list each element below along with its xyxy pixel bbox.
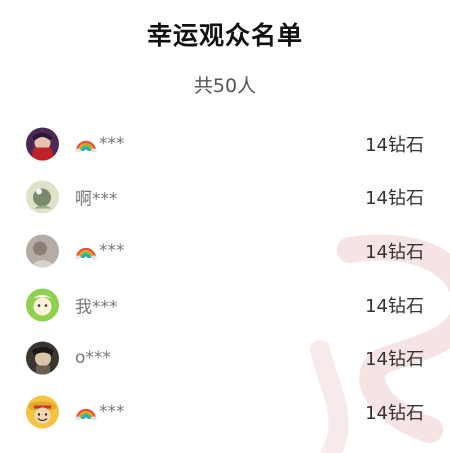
audience-name: o*** [75, 348, 111, 368]
avatar-icon [26, 180, 59, 214]
avatar-icon [26, 288, 59, 322]
list-item[interactable]: *** 14钻石 [0, 224, 450, 278]
audience-name-text: *** [99, 401, 125, 422]
diamond-amount: 14钻石 [365, 349, 424, 371]
avatar[interactable] [26, 234, 59, 268]
audience-name: *** [75, 402, 125, 422]
diamond-amount: 14钻石 [365, 241, 424, 263]
audience-name-text: *** [99, 133, 125, 154]
diamond-amount: 14钻石 [365, 134, 424, 156]
audience-name: 啊*** [75, 185, 118, 210]
list-item[interactable]: *** 14钻石 [0, 117, 450, 171]
avatar-icon [26, 341, 59, 375]
list-item[interactable]: 我*** 14钻石 [0, 278, 450, 332]
list-item[interactable]: 啊*** 14钻石 [0, 171, 450, 225]
diamond-amount: 14钻石 [365, 295, 424, 317]
audience-name-text: o*** [75, 348, 111, 369]
audience-count: 共50人 [193, 75, 257, 97]
rainbow-icon [75, 247, 97, 260]
avatar-icon [26, 234, 59, 268]
audience-list: *** 14钻石 啊*** 14钻石 *** 14钻石 我*** 14钻石 o*… [0, 117, 450, 439]
audience-name: 我*** [75, 292, 118, 317]
list-item[interactable]: *** 14钻石 [0, 385, 450, 439]
diamond-amount: 14钻石 [365, 402, 424, 424]
avatar[interactable] [26, 341, 59, 375]
page-title: 幸运观众名单 [146, 21, 303, 50]
audience-name: *** [75, 241, 125, 261]
rainbow-icon [75, 408, 97, 421]
audience-name-text: 我*** [75, 297, 118, 318]
avatar[interactable] [26, 288, 59, 322]
lucky-audience-panel: 幸运观众名单 共50人 *** 14钻石 啊*** 14钻石 *** 14钻石 … [0, 0, 450, 453]
audience-name-text: 啊*** [75, 189, 118, 210]
avatar[interactable] [26, 180, 59, 214]
list-item[interactable]: o*** 14钻石 [0, 331, 450, 385]
audience-name: *** [75, 134, 125, 154]
audience-name-text: *** [99, 240, 125, 261]
rainbow-icon [75, 140, 97, 153]
avatar[interactable] [26, 127, 59, 161]
avatar-icon [26, 127, 59, 161]
avatar-icon [26, 395, 59, 429]
diamond-amount: 14钻石 [365, 188, 424, 210]
avatar[interactable] [26, 395, 59, 429]
